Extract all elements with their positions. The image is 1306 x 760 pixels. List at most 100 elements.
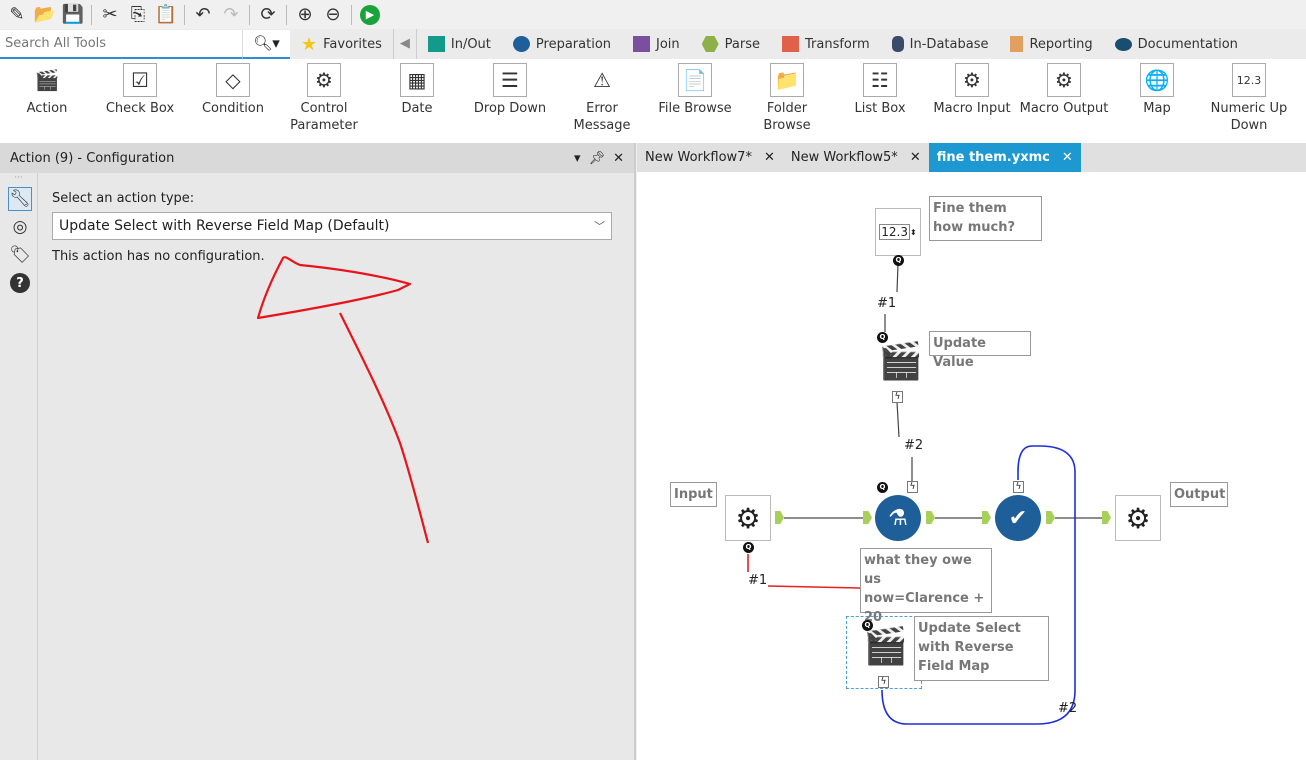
palette-tool-map[interactable]: 🌐 Map [1112, 63, 1202, 117]
macro-input-icon: ⚙ [955, 63, 989, 97]
formula-tool[interactable]: ⚗ [875, 495, 921, 541]
category-parse[interactable]: Parse [691, 29, 771, 59]
undo-icon[interactable]: ↶ [190, 3, 216, 27]
folder-icon [427, 36, 445, 52]
tab-new-workflow7[interactable]: New Workflow7* ✕ [637, 143, 783, 172]
zoom-out-icon[interactable]: ⊖ [320, 3, 346, 27]
palette-tool-macro-input[interactable]: ⚙ Macro Input [927, 63, 1017, 117]
macro-output-tool[interactable]: ⚙ [1115, 495, 1161, 541]
category-join[interactable]: Join [622, 29, 691, 59]
save-icon[interactable]: 💾 [60, 3, 86, 27]
drop-down-icon: ☰ [493, 63, 527, 97]
lightning-anchor-icon[interactable]: ϟ [1013, 481, 1024, 493]
close-tab-icon[interactable]: ✕ [764, 150, 775, 165]
annotation: Update Value [929, 331, 1031, 370]
paste-icon[interactable]: 📋 [153, 3, 179, 27]
folder-browse-icon: 📁 [770, 63, 804, 97]
map-icon: 🌐 [1140, 63, 1174, 97]
lightning-anchor-icon[interactable]: ϟ [892, 391, 903, 403]
tab-new-workflow5[interactable]: New Workflow5* ✕ [783, 143, 929, 172]
palette-tool-folder-browse[interactable]: 📁 Folder Browse [742, 63, 832, 134]
category-label: Documentation [1137, 36, 1238, 52]
refresh-icon[interactable]: ⟳ [255, 3, 281, 27]
tool-label: Check Box [105, 101, 175, 116]
question-anchor-icon[interactable]: Q [743, 542, 754, 553]
close-tab-icon[interactable]: ✕ [1062, 150, 1073, 165]
connection-label: #1 [748, 573, 768, 588]
category-bar: 🔍︎▾ ★ Favorites ◀ In/Out Preparation Join… [0, 29, 1306, 59]
category-label: Preparation [535, 36, 612, 52]
tool-palette: 🎬 Action ☑ Check Box ◇ Condition ⚙ Control Para… [0, 59, 1306, 143]
tool-label: Condition [201, 101, 265, 116]
tool-label: List Box [854, 101, 906, 116]
file-browse-icon: 📄 [678, 63, 712, 97]
macro-input-tool[interactable]: ⚙ [725, 495, 771, 541]
workflow-canvas[interactable]: 12.3 ⬍ Q Fine them how much? #1 Q 🎬 Updat… [637, 172, 1306, 760]
palette-tool-numeric-up-down[interactable]: 12.3 Numeric Up Down [1204, 63, 1294, 134]
tool-label: Numeric Up Down [1210, 101, 1288, 133]
palette-tool-check-box[interactable]: ☑ Check Box [95, 63, 185, 117]
redo-icon[interactable]: ↷ [218, 3, 244, 27]
tool-label: Folder Browse [763, 101, 811, 133]
open-icon[interactable]: 📂 [32, 3, 58, 27]
annotation: Output [1170, 482, 1228, 507]
database-icon [891, 36, 904, 52]
category-in-database[interactable]: In-Database [881, 29, 1000, 59]
palette-tool-list-box[interactable]: ☷ List Box [835, 63, 925, 117]
palette-tool-error-message[interactable]: ⚠ Error Message [557, 63, 647, 134]
palette-tool-action[interactable]: 🎬 Action [2, 63, 92, 117]
category-favorites[interactable]: ★ Favorites [290, 29, 393, 59]
scroll-left-icon[interactable]: ◀ [392, 29, 417, 59]
zoom-in-icon[interactable]: ⊕ [292, 3, 318, 27]
question-anchor-icon[interactable]: Q [877, 482, 888, 493]
search-button[interactable]: 🔍︎▾ [242, 29, 290, 59]
action-tool-update-value[interactable]: 🎬 [878, 342, 923, 382]
workflow-tabs: New Workflow7* ✕ New Workflow5* ✕ fine the… [637, 143, 1306, 172]
configuration-panel: Action (9) - Configuration ▾ 📌︎ ✕ ··· 🔧︎… [0, 143, 636, 760]
palette-tool-date[interactable]: ▦ Date [372, 63, 462, 117]
connection-label: #1 [877, 296, 897, 311]
error-message-icon: ⚠ [585, 63, 619, 97]
search-tools-input[interactable] [0, 29, 242, 59]
run-icon[interactable]: ▶ [357, 3, 383, 27]
category-label: Join [656, 36, 680, 52]
tool-label: Drop Down [473, 101, 547, 116]
close-tab-icon[interactable]: ✕ [910, 150, 921, 165]
tool-label: Map [1143, 101, 1171, 116]
tab-label: fine them.yxmc [936, 150, 1050, 165]
cut-icon[interactable]: ✂ [97, 3, 123, 27]
palette-tool-control-parameter[interactable]: ⚙ Control Parameter [279, 63, 369, 134]
category-preparation[interactable]: Preparation [502, 29, 622, 59]
category-in-out[interactable]: In/Out [417, 29, 502, 59]
document-icon [1010, 36, 1024, 52]
divider [249, 4, 250, 25]
check-box-icon: ☑ [123, 63, 157, 97]
numeric-up-down-tool[interactable]: 12.3 ⬍ [875, 208, 921, 256]
category-documentation[interactable]: Documentation [1104, 29, 1249, 59]
palette-tool-condition[interactable]: ◇ Condition [188, 63, 278, 117]
tool-label: Error Message [573, 101, 631, 133]
new-workflow-icon[interactable]: ✎ [4, 3, 30, 27]
circle-icon [512, 36, 530, 52]
question-anchor-icon[interactable]: Q [893, 255, 904, 266]
tab-fine-them[interactable]: fine them.yxmc ✕ [928, 143, 1081, 172]
search-icon: 🔍︎▾ [253, 34, 280, 52]
palette-tool-file-browse[interactable]: 📄 File Browse [650, 63, 740, 117]
palette-tool-drop-down[interactable]: ☰ Drop Down [465, 63, 555, 117]
action-icon: 🎬 [30, 63, 64, 97]
category-reporting[interactable]: Reporting [999, 29, 1103, 59]
date-icon: ▦ [400, 63, 434, 97]
lightning-anchor-icon[interactable]: ϟ [907, 481, 918, 493]
tool-label: Control Parameter [290, 101, 358, 133]
lightning-anchor-icon[interactable]: ϟ [878, 676, 889, 688]
selected-action-tool[interactable]: Q 🎬 ϟ [846, 616, 922, 689]
copy-icon[interactable]: ⎘ [125, 3, 151, 27]
category-label: Favorites [323, 36, 382, 52]
list-box-icon: ☷ [863, 63, 897, 97]
palette-tool-macro-output[interactable]: ⚙ Macro Output [1019, 63, 1109, 117]
tool-label: Action [26, 101, 68, 116]
category-transform[interactable]: Transform [771, 29, 881, 59]
tab-label: New Workflow5* [790, 150, 898, 165]
select-tool[interactable]: ✔ [995, 495, 1041, 541]
condition-icon: ◇ [216, 63, 250, 97]
